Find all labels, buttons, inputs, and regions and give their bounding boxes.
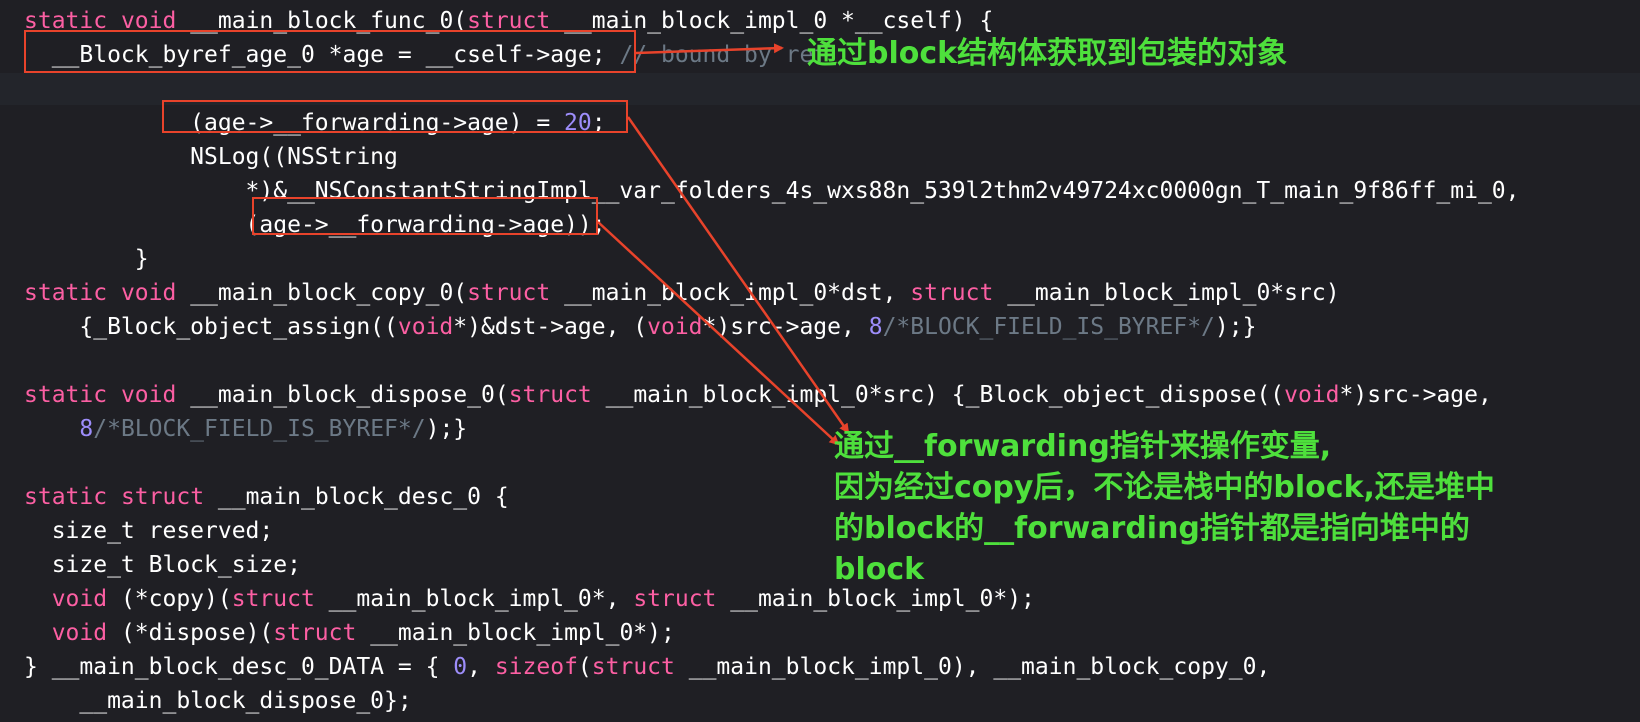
annotation-forwarding-note: 通过__forwarding指针来操作变量, 因为经过copy后，不论是栈中的b… xyxy=(834,429,1495,587)
annotation-byref-note: 通过block结构体获取到包装的对象 xyxy=(807,36,1288,71)
annotation-arrows xyxy=(597,43,850,446)
arrow-forwarding-assign xyxy=(626,116,850,434)
arrow-byref-note xyxy=(635,43,784,55)
arrow-forwarding-read xyxy=(597,221,840,446)
code-editor[interactable]: static void __main_block_func_0(struct _… xyxy=(0,0,1640,722)
